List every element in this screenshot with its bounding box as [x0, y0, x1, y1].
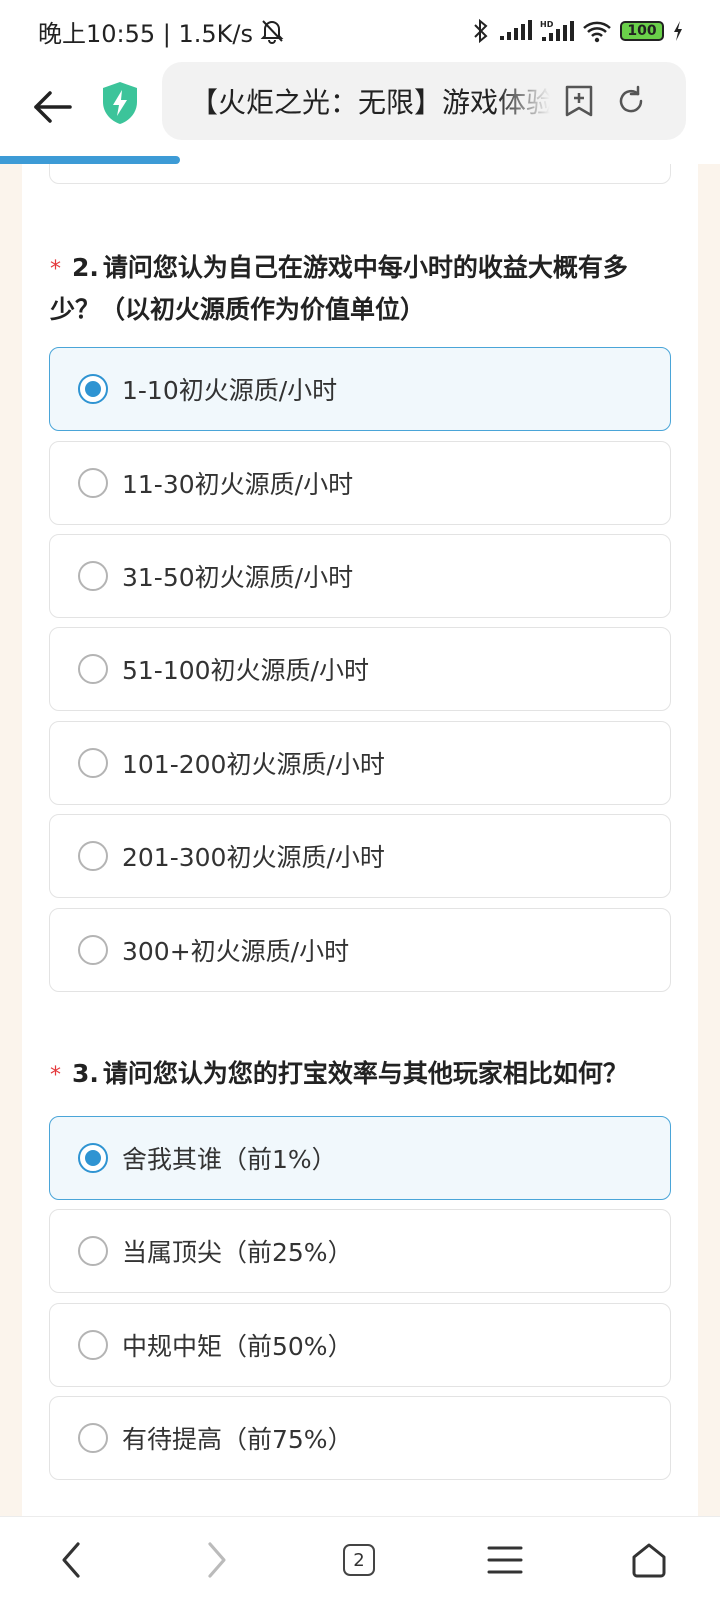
q2-option[interactable]: 1-10初火源质/小时 [49, 347, 671, 431]
menu-icon [487, 1546, 523, 1574]
battery-icon: 100 [620, 21, 664, 41]
add-bookmark-icon[interactable] [562, 84, 596, 118]
back-arrow-icon[interactable] [30, 84, 76, 130]
q2-option[interactable]: 51-100初火源质/小时 [49, 627, 671, 711]
browser-top-bar: 【火炬之光：无限】游戏体验调查问卷 [0, 62, 720, 156]
page-load-progress [0, 156, 720, 164]
radio-button[interactable] [78, 654, 108, 684]
option-label: 1-10初火源质/小时 [122, 376, 338, 405]
q3-option[interactable]: 中规中矩（前50%） [49, 1303, 671, 1387]
nav-back-icon [62, 1542, 80, 1578]
radio-button[interactable] [78, 841, 108, 871]
refresh-icon[interactable] [614, 84, 648, 118]
option-label: 101-200初火源质/小时 [122, 750, 385, 779]
option-label: 中规中矩（前50%） [122, 1332, 353, 1361]
radio-button[interactable] [78, 935, 108, 965]
nav-back-button[interactable] [46, 1535, 96, 1585]
question-2-title: * 2. 请问您认为自己在游戏中每小时的收益大概有多少？（以初火源质作为价值单位） [22, 248, 698, 330]
survey-card: * 2. 请问您认为自己在游戏中每小时的收益大概有多少？（以初火源质作为价值单位） … [22, 164, 698, 1516]
required-mark: * [50, 1063, 61, 1088]
svg-text:HD: HD [540, 20, 554, 29]
option-label: 201-300初火源质/小时 [122, 843, 385, 872]
option-label: 31-50初火源质/小时 [122, 563, 354, 592]
mute-bell-icon [260, 20, 284, 44]
url-title[interactable]: 【火炬之光：无限】游戏体验调查问卷 [190, 81, 550, 121]
nav-forward-icon [208, 1542, 226, 1578]
question-3-title: * 3. 请问您认为您的打宝效率与其他玩家相比如何？ [22, 1054, 698, 1096]
shield-icon[interactable] [100, 80, 140, 126]
radio-button[interactable] [78, 1236, 108, 1266]
question-number: 3. [72, 1059, 99, 1088]
question-number: 2. [72, 253, 99, 282]
q2-option[interactable]: 201-300初火源质/小时 [49, 814, 671, 898]
required-mark: * [50, 257, 61, 282]
tabs-button[interactable]: 2 [334, 1535, 384, 1585]
bluetooth-icon [474, 18, 488, 44]
bottom-nav-bar: 2 [0, 1516, 720, 1600]
q2-option[interactable]: 101-200初火源质/小时 [49, 721, 671, 805]
radio-button[interactable] [78, 374, 108, 404]
radio-button[interactable] [78, 1423, 108, 1453]
signal-hd-icon: HD [540, 20, 574, 41]
option-label: 当属顶尖（前25%） [122, 1238, 353, 1267]
q3-option[interactable]: 有待提高（前75%） [49, 1396, 671, 1480]
question-text: 请问您认为您的打宝效率与其他玩家相比如何？ [102, 1059, 628, 1088]
radio-button[interactable] [78, 561, 108, 591]
option-label: 11-30初火源质/小时 [122, 470, 354, 499]
wifi-icon [583, 21, 611, 43]
q2-option[interactable]: 31-50初火源质/小时 [49, 534, 671, 618]
home-icon [632, 1543, 666, 1578]
tabs-icon: 2 [343, 1544, 375, 1576]
menu-button[interactable] [480, 1535, 530, 1585]
q3-option[interactable]: 舍我其谁（前1%） [49, 1116, 671, 1200]
page-load-progress-fill [0, 156, 180, 164]
radio-button[interactable] [78, 1143, 108, 1173]
status-bar: 晚上10:55 | 1.5K/s HD 100 [0, 0, 720, 62]
status-time: 晚上10:55 | 1.5K/s [38, 19, 254, 48]
question-text: 请问您认为自己在游戏中每小时的收益大概有多少？（以初火源质作为价值单位） [50, 253, 628, 324]
option-label: 51-100初火源质/小时 [122, 656, 369, 685]
nav-forward-button[interactable] [192, 1535, 242, 1585]
q3-option[interactable]: 当属顶尖（前25%） [49, 1209, 671, 1293]
q2-option[interactable]: 11-30初火源质/小时 [49, 441, 671, 525]
option-label: 舍我其谁（前1%） [122, 1145, 337, 1174]
signal-icon [500, 20, 532, 40]
charging-icon [674, 21, 682, 41]
q2-option[interactable]: 300+初火源质/小时 [49, 908, 671, 992]
previous-option-partial[interactable] [49, 164, 671, 184]
option-label: 有待提高（前75%） [122, 1425, 353, 1454]
radio-button[interactable] [78, 748, 108, 778]
option-label: 300+初火源质/小时 [122, 937, 350, 966]
radio-button[interactable] [78, 468, 108, 498]
radio-button[interactable] [78, 1330, 108, 1360]
url-bar[interactable]: 【火炬之光：无限】游戏体验调查问卷 [162, 62, 686, 140]
home-button[interactable] [624, 1535, 674, 1585]
